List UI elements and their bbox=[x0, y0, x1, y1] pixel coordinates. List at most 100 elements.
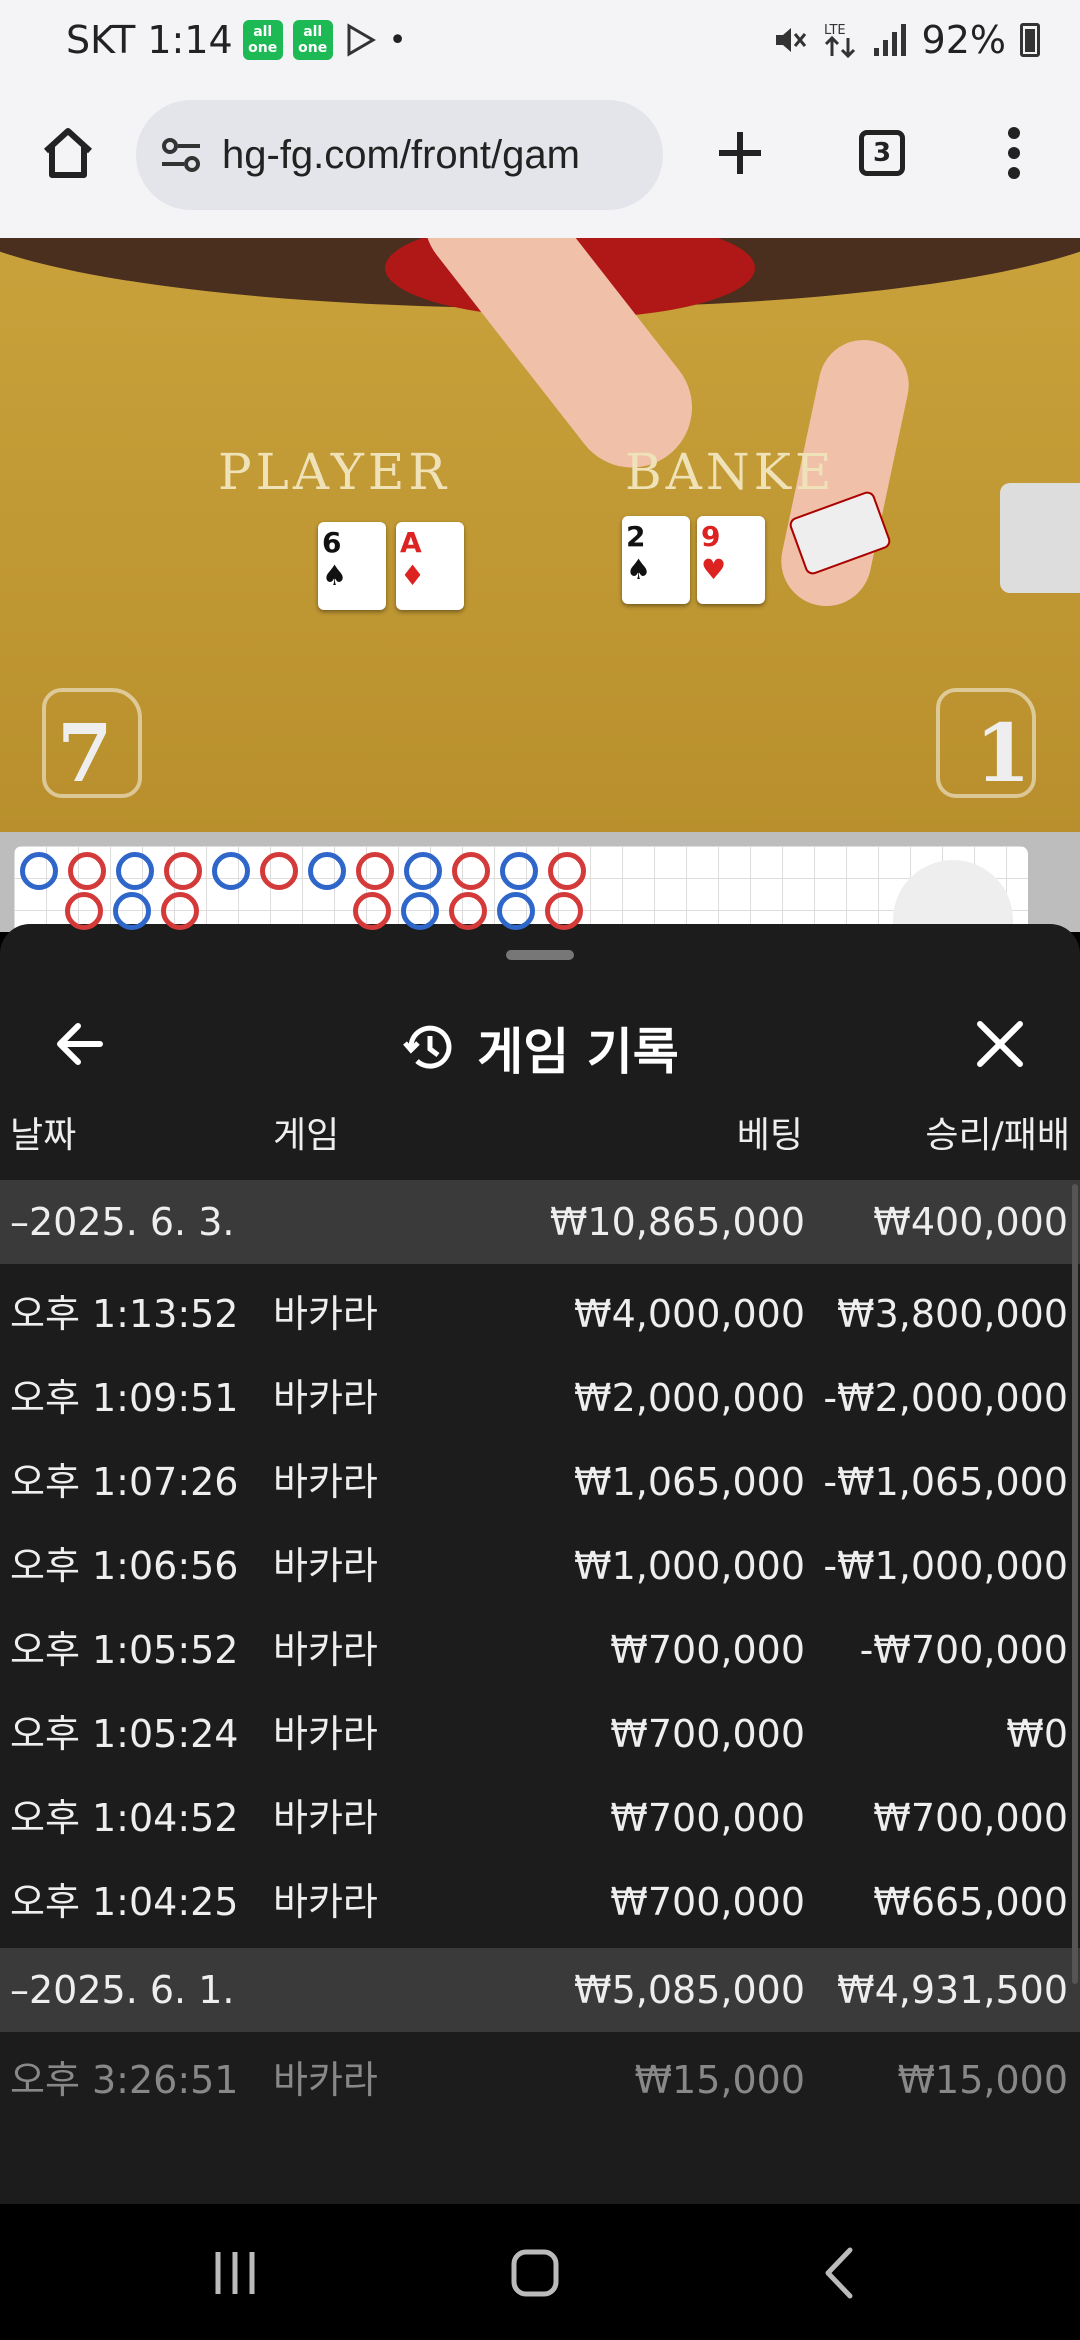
bead-mark bbox=[548, 852, 586, 890]
game-history-sheet: 게임 기록 날짜 게임 베팅 승리/패배 –2025. 6. 3. ₩10,86… bbox=[0, 924, 1080, 2204]
row-bet: ₩1,065,000 bbox=[574, 1460, 805, 1504]
home-nav-button[interactable] bbox=[500, 2238, 570, 2308]
recents-button[interactable] bbox=[200, 2238, 270, 2308]
column-header-bet: 베팅 bbox=[736, 1115, 803, 1156]
menu-button[interactable] bbox=[990, 119, 1038, 187]
column-header-win-loss: 승리/패배 bbox=[925, 1115, 1070, 1156]
table-row[interactable]: 오후 1:09:51 바카라 ₩2,000,000 -₩2,000,000 bbox=[0, 1356, 1080, 1440]
row-time: 오후 1:04:25 bbox=[10, 1880, 239, 1924]
bead-mark bbox=[449, 892, 487, 930]
bead-mark bbox=[404, 852, 442, 890]
tab-switcher-button[interactable]: 3 bbox=[848, 119, 916, 187]
lte-icon: LTE bbox=[824, 23, 855, 59]
row-game: 바카라 bbox=[273, 1712, 378, 1756]
row-bet: ₩2,000,000 bbox=[574, 1376, 805, 1420]
group-date: –2025. 6. 1. bbox=[10, 1968, 235, 2012]
sheet-drag-handle[interactable] bbox=[506, 950, 574, 960]
recents-icon bbox=[215, 2252, 255, 2294]
address-bar[interactable]: hg-fg.com/front/gam bbox=[136, 100, 663, 210]
row-bet: ₩700,000 bbox=[610, 1796, 805, 1840]
new-tab-button[interactable] bbox=[706, 119, 774, 187]
url-text: hg-fg.com/front/gam bbox=[222, 132, 580, 177]
app-badge-icon: all one bbox=[242, 20, 283, 60]
back-nav-button[interactable] bbox=[806, 2238, 876, 2308]
back-nav-icon bbox=[825, 2247, 853, 2299]
row-game: 바카라 bbox=[273, 1544, 378, 1588]
table-row[interactable]: 오후 1:13:52 바카라 ₩4,000,000 ₩3,800,000 bbox=[0, 1272, 1080, 1356]
bead-mark bbox=[356, 852, 394, 890]
row-game: 바카라 bbox=[273, 1628, 378, 1672]
table-row[interactable]: 오후 1:04:52 바카라 ₩700,000 ₩700,000 bbox=[0, 1776, 1080, 1860]
table-row[interactable]: 오후 1:05:24 바카라 ₩700,000 ₩0 bbox=[0, 1692, 1080, 1776]
row-bet: ₩15,000 bbox=[634, 2058, 805, 2102]
group-bet-total: ₩10,865,000 bbox=[549, 1200, 805, 1244]
row-bet: ₩700,000 bbox=[610, 1880, 805, 1924]
bead-mark bbox=[353, 892, 391, 930]
table-row[interactable]: 오후 1:05:52 바카라 ₩700,000 -₩700,000 bbox=[0, 1608, 1080, 1692]
bead-mark bbox=[161, 892, 199, 930]
row-win-loss: ₩0 bbox=[1006, 1712, 1068, 1756]
live-game-video[interactable]: PLAYER BANKE 6 ♠ A ♦ 2 ♠ 9 ♥ 7 1 bbox=[0, 238, 1080, 832]
row-bet: ₩4,000,000 bbox=[574, 1292, 805, 1336]
bead-mark bbox=[212, 852, 250, 890]
signal-icon bbox=[873, 24, 906, 56]
table-row[interactable]: 오후 1:04:25 바카라 ₩700,000 ₩665,000 bbox=[0, 1860, 1080, 1944]
row-win-loss: ₩15,000 bbox=[897, 2058, 1068, 2102]
table-row[interactable]: 오후 1:06:56 바카라 ₩1,000,000 -₩1,000,000 bbox=[0, 1524, 1080, 1608]
row-win-loss: -₩1,065,000 bbox=[823, 1460, 1068, 1504]
dot-icon: • bbox=[388, 22, 407, 58]
group-bet-total: ₩5,085,000 bbox=[574, 1968, 805, 2012]
row-game: 바카라 bbox=[273, 1880, 378, 1924]
row-time: 오후 1:05:52 bbox=[10, 1628, 239, 1672]
table-row[interactable]: 오후 1:07:26 바카라 ₩1,065,000 -₩1,065,000 bbox=[0, 1440, 1080, 1524]
row-bet: ₩1,000,000 bbox=[574, 1544, 805, 1588]
bead-mark bbox=[116, 852, 154, 890]
player-card-1: 6 ♠ bbox=[318, 522, 386, 610]
banker-card-2: 9 ♥ bbox=[697, 516, 765, 604]
bead-mark bbox=[65, 892, 103, 930]
status-bar: SKT 1:14 all one all one • LTE 92% bbox=[0, 0, 1080, 85]
seat-number-right: 1 bbox=[975, 706, 1031, 800]
row-time: 오후 1:07:26 bbox=[10, 1460, 239, 1504]
close-button[interactable] bbox=[970, 1014, 1030, 1074]
home-button[interactable] bbox=[34, 119, 102, 187]
bead-mark bbox=[497, 892, 535, 930]
browser-toolbar: hg-fg.com/front/gam 3 bbox=[0, 85, 1080, 238]
banker-label: BANKE bbox=[625, 443, 836, 501]
row-time: 오후 1:05:24 bbox=[10, 1712, 239, 1756]
bead-mark bbox=[68, 852, 106, 890]
row-time: 오후 3:26:51 bbox=[10, 2058, 239, 2102]
row-time: 오후 1:04:52 bbox=[10, 1796, 239, 1840]
status-time: SKT 1:14 bbox=[66, 18, 233, 62]
row-game: 바카라 bbox=[273, 1460, 378, 1504]
card-shoe bbox=[1000, 483, 1080, 593]
row-time: 오후 1:06:56 bbox=[10, 1544, 239, 1588]
play-store-icon bbox=[347, 23, 376, 57]
bead-mark bbox=[401, 892, 439, 930]
row-win-loss: ₩3,800,000 bbox=[837, 1292, 1068, 1336]
mute-icon bbox=[775, 28, 806, 52]
sheet-title: 게임 기록 bbox=[477, 1023, 679, 1081]
row-win-loss: ₩700,000 bbox=[873, 1796, 1068, 1840]
tab-count: 3 bbox=[859, 130, 905, 176]
table-row[interactable]: 오후 3:26:51 바카라 ₩15,000 ₩15,000 bbox=[0, 2038, 1080, 2122]
scrollbar[interactable] bbox=[1072, 1184, 1078, 1984]
history-icon bbox=[403, 1025, 452, 1069]
battery-percent: 92% bbox=[921, 18, 1006, 62]
seat-number-left: 7 bbox=[57, 706, 113, 800]
group-date: –2025. 6. 3. bbox=[10, 1200, 235, 1244]
bead-mark bbox=[452, 852, 490, 890]
app-badge-icon: all one bbox=[292, 20, 333, 60]
sheet-header: 게임 기록 bbox=[0, 984, 1080, 1104]
site-settings-icon bbox=[162, 138, 200, 172]
system-nav-bar bbox=[0, 2204, 1080, 2340]
battery-icon bbox=[1020, 23, 1040, 57]
row-game: 바카라 bbox=[273, 1292, 378, 1336]
row-game: 바카라 bbox=[273, 1796, 378, 1840]
close-icon bbox=[977, 1021, 1023, 1067]
date-group-row[interactable]: –2025. 6. 3. ₩10,865,000 ₩400,000 bbox=[0, 1180, 1080, 1264]
plus-icon bbox=[719, 132, 761, 174]
banker-card-1: 2 ♠ bbox=[622, 516, 690, 604]
date-group-row[interactable]: –2025. 6. 1. ₩5,085,000 ₩4,931,500 bbox=[0, 1948, 1080, 2032]
bead-mark bbox=[545, 892, 583, 930]
